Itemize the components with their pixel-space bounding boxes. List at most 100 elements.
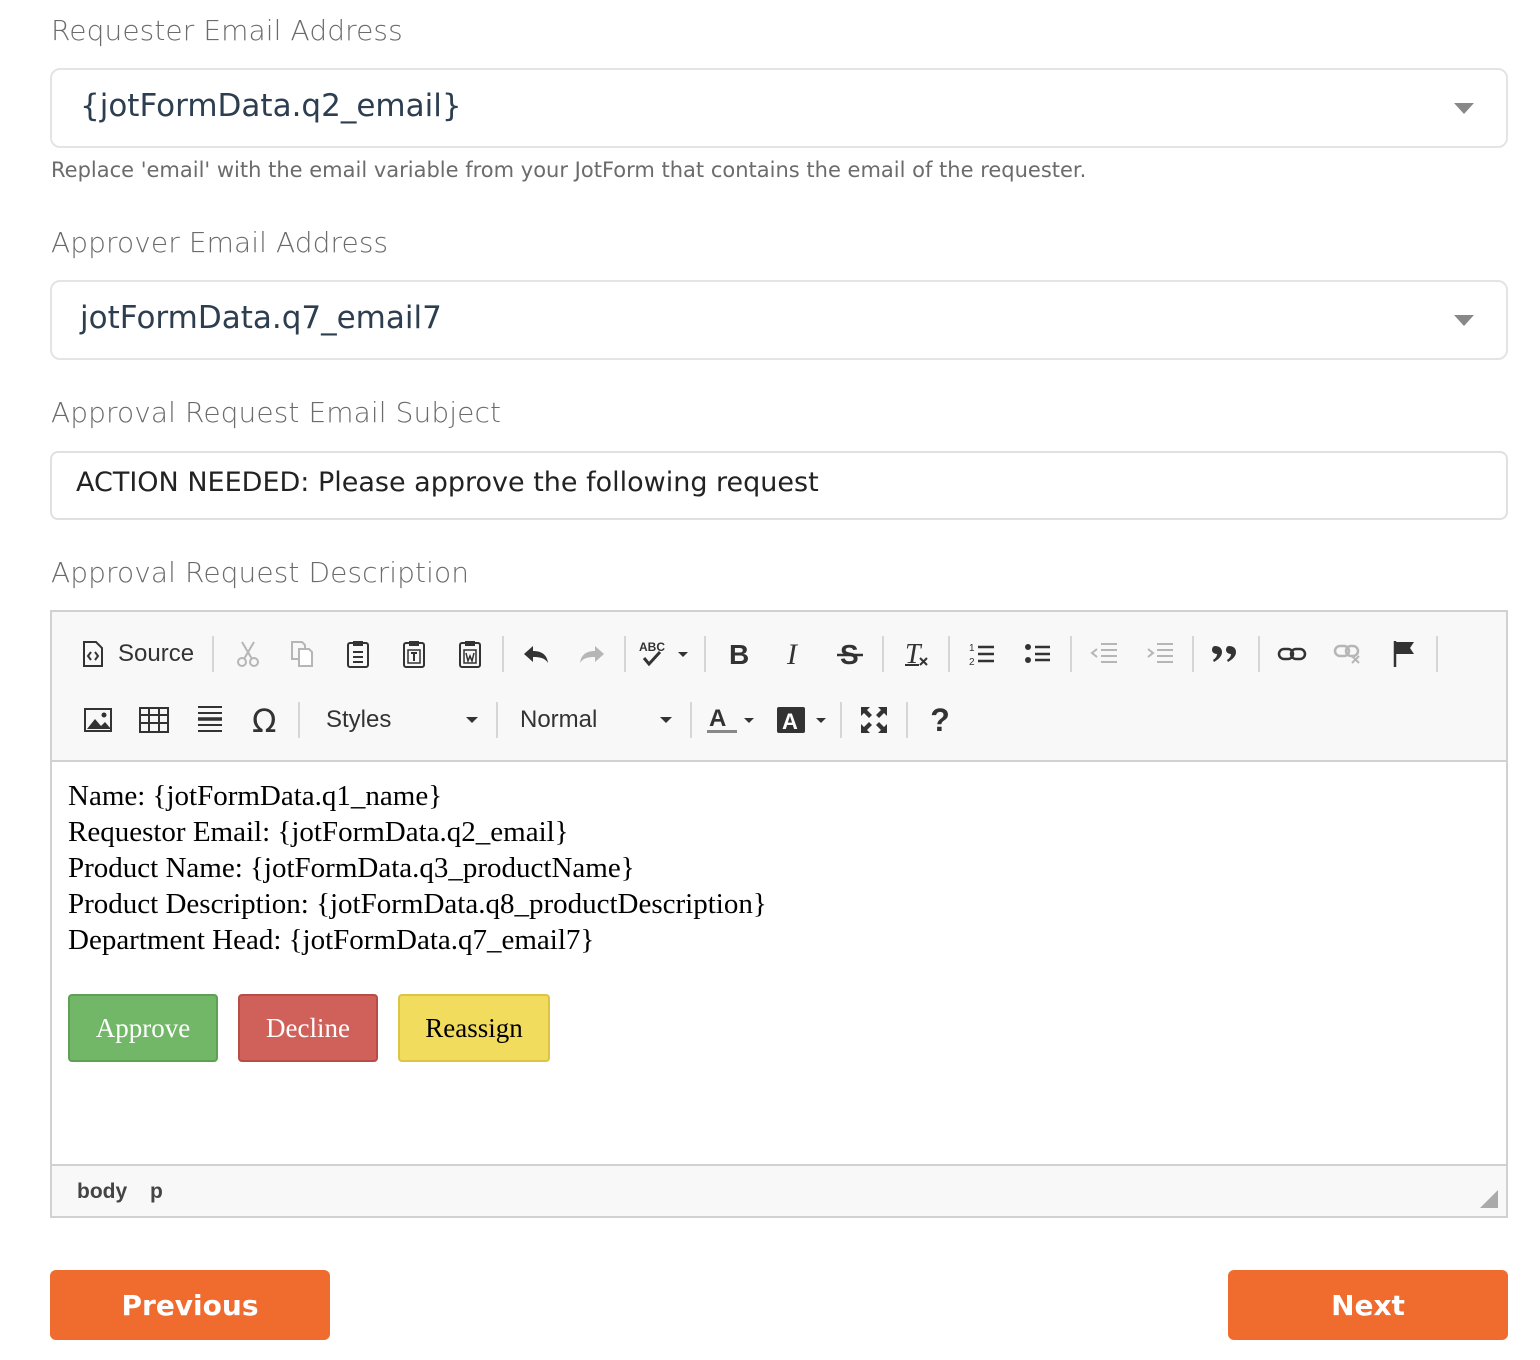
resize-handle-icon[interactable] [1480,1190,1498,1208]
content-line: Name: {jotFormData.q1_name} [68,780,443,812]
remove-format-icon: T [905,639,928,669]
svg-text:ABC: ABC [639,640,665,654]
redo-button[interactable] [572,634,612,674]
chevron-down-icon[interactable] [1454,103,1474,114]
subject-label: Approval Request Email Subject [51,396,502,429]
strikethrough-icon: S [837,640,863,668]
indent-icon [1147,643,1173,663]
paste-icon [347,641,369,668]
redo-icon [580,646,604,663]
anchor-button[interactable] [1384,634,1424,674]
table-icon [139,707,169,733]
content-line: Department Head: {jotFormData.q7_email7} [68,924,595,956]
svg-text:A: A [782,709,798,734]
svg-text:Ω: Ω [252,705,276,735]
subject-input[interactable] [76,467,1476,498]
chevron-down-icon [660,717,672,723]
source-button[interactable]: Source [80,634,210,674]
italic-icon: I [786,640,799,668]
unlink-icon [1333,644,1360,664]
description-label: Approval Request Description [51,556,470,589]
requester-email-hint: Replace 'email' with the email variable … [51,158,1087,182]
increase-indent-button[interactable] [1140,634,1180,674]
reassign-button[interactable]: Reassign [398,994,550,1062]
maximize-button[interactable] [854,700,894,740]
copy-icon [291,641,313,667]
paste-text-button[interactable] [394,634,434,674]
blockquote-button[interactable] [1206,634,1246,674]
background-color-icon: A [777,707,805,734]
cut-button[interactable] [228,634,268,674]
rich-text-editor: Source ABC B I S T 1 2 Ω Styles Normal A… [50,610,1508,1218]
approver-email-value: jotFormData.q7_email7 [80,300,442,336]
styles-dropdown[interactable]: Styles [326,700,478,740]
image-icon [84,708,112,732]
scissors-icon [237,641,259,667]
svg-text:B: B [729,640,749,668]
chevron-down-icon [466,717,478,723]
bulleted-list-icon [1025,644,1050,663]
spellcheck-button[interactable]: ABC [638,634,694,674]
strikethrough-button[interactable]: S [830,634,870,674]
svg-text:2: 2 [969,657,975,668]
subject-field-wrapper [50,451,1508,520]
remove-format-button[interactable]: T [896,634,936,674]
styles-label: Styles [326,706,392,733]
decrease-indent-button[interactable] [1084,634,1124,674]
requester-email-select[interactable]: {jotFormData.q2_email} [50,68,1508,148]
text-color-button[interactable]: A [706,700,758,740]
unlink-button[interactable] [1328,634,1368,674]
svg-text:1: 1 [969,643,975,654]
editor-toolbar: Source ABC B I S T 1 2 Ω Styles Normal A… [52,612,1506,762]
paste-word-icon [459,641,481,668]
image-button[interactable] [78,700,118,740]
copy-button[interactable] [282,634,322,674]
editor-content[interactable]: Name: {jotFormData.q1_name} Requestor Em… [68,778,1488,958]
undo-icon [524,646,548,663]
help-button[interactable]: ? [920,700,960,740]
path-body[interactable]: body [77,1180,127,1204]
format-dropdown[interactable]: Normal [520,700,672,740]
requester-email-label: Requester Email Address [51,14,403,47]
path-p[interactable]: p [150,1180,163,1204]
special-char-button[interactable]: Ω [246,700,286,740]
omega-icon: Ω [252,705,276,735]
approver-email-select[interactable]: jotFormData.q7_email7 [50,280,1508,360]
background-color-button[interactable]: A [776,700,828,740]
maximize-icon [861,707,887,733]
content-line: Requestor Email: {jotFormData.q2_email} [68,816,569,848]
flag-icon [1393,641,1414,667]
outdent-icon [1090,643,1117,663]
source-label: Source [118,640,195,667]
numbered-list-button[interactable]: 12 [962,634,1002,674]
horizontal-rule-button[interactable] [190,700,230,740]
help-icon: ? [930,701,950,738]
approve-button[interactable]: Approve [68,994,218,1062]
paste-word-button[interactable] [450,634,490,674]
requester-email-value: {jotFormData.q2_email} [80,88,462,124]
approver-email-label: Approver Email Address [51,226,389,259]
decline-button[interactable]: Decline [238,994,378,1062]
svg-text:I: I [786,640,799,668]
bulleted-list-button[interactable] [1018,634,1058,674]
bold-icon: B [729,640,749,668]
horizontal-rule-icon [198,706,222,732]
source-icon [83,641,103,667]
link-icon [1277,647,1307,661]
chevron-down-icon[interactable] [1454,315,1474,326]
bold-button[interactable]: B [718,634,758,674]
next-button[interactable]: Next [1228,1270,1508,1340]
svg-text:A: A [709,705,726,732]
italic-button[interactable]: I [774,634,814,674]
quote-icon [1212,646,1236,662]
spellcheck-icon: ABC [639,640,665,667]
link-button[interactable] [1272,634,1312,674]
content-line: Product Description: {jotFormData.q8_pro… [68,888,767,920]
table-button[interactable] [134,700,174,740]
previous-button[interactable]: Previous [50,1270,330,1340]
paste-button[interactable] [338,634,378,674]
undo-button[interactable] [516,634,556,674]
text-color-icon: A [707,705,737,733]
content-line: Product Name: {jotFormData.q3_productNam… [68,852,635,884]
numbered-list-icon: 12 [969,643,994,668]
